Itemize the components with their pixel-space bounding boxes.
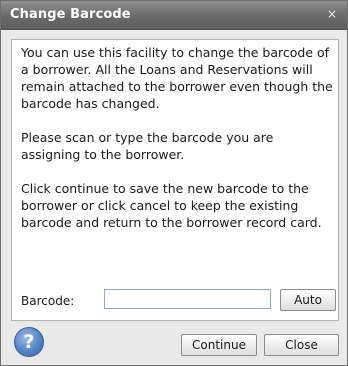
continue-button[interactable]: Continue [181,334,257,356]
title-bar[interactable]: Change Barcode × [1,1,347,30]
instructions-paragraph-1: You can use this facility to change the … [21,45,333,111]
help-icon[interactable]: ? [14,327,44,357]
auto-button[interactable]: Auto [280,289,336,311]
close-button[interactable]: Close [264,334,339,356]
instructions-paragraph-2: Please scan or type the barcode you are … [21,130,274,162]
barcode-label: Barcode: [21,294,75,308]
instructions-text: You can use this facility to change the … [21,44,333,248]
dialog-title: Change Barcode [10,7,131,22]
instructions-paragraph-3: Click continue to save the new barcode t… [21,181,322,230]
barcode-input[interactable] [104,289,271,309]
content-panel: You can use this facility to change the … [11,39,339,321]
change-barcode-dialog: Change Barcode × You can use this facili… [0,0,348,366]
close-icon[interactable]: × [326,7,338,21]
